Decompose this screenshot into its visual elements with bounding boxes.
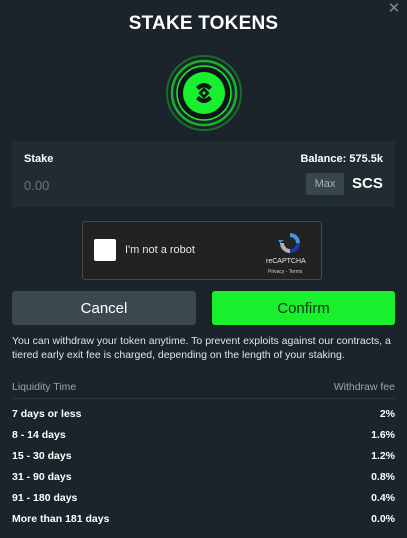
recaptcha-brand: reCAPTCHA <box>266 258 306 265</box>
fee-row: 91 - 180 days 0.4% <box>12 492 395 508</box>
fee-row: 15 - 30 days 1.2% <box>12 450 395 466</box>
fee-row-time: 15 - 30 days <box>12 450 72 462</box>
stake-amount-input[interactable] <box>22 173 226 197</box>
recaptcha-label: I'm not a robot <box>125 244 195 256</box>
fee-row: 31 - 90 days 0.8% <box>12 471 395 487</box>
fee-row-value: 0.8% <box>371 471 395 483</box>
fee-row-value: 0.4% <box>371 492 395 504</box>
fee-row-value: 1.2% <box>371 450 395 462</box>
stake-panel: Stake Balance: 575.5k Max SCS <box>12 141 395 207</box>
token-logo <box>165 54 243 132</box>
dialog-title: STAKE TOKENS <box>128 13 279 34</box>
header-withdraw-fee: Withdraw fee <box>333 381 395 393</box>
fee-row-time: More than 181 days <box>12 513 110 525</box>
withdraw-info-text: You can withdraw your token anytime. To … <box>12 335 391 361</box>
fee-row: More than 181 days 0.0% <box>12 513 395 529</box>
fee-row-value: 2% <box>379 408 395 420</box>
recaptcha-widget: I'm not a robot reCAPTCHA Privacy - Term… <box>82 221 322 280</box>
recaptcha-icon <box>278 233 300 253</box>
header-liquidity-time: Liquidity Time <box>12 381 77 393</box>
fee-row-value: 0.0% <box>371 513 395 525</box>
max-button[interactable]: Max <box>306 173 344 195</box>
fee-table-divider <box>12 398 395 399</box>
fee-row: 7 days or less 2% <box>12 408 395 424</box>
fee-row-value: 1.6% <box>371 429 395 441</box>
balance-label: Balance: 575.5k <box>300 153 383 165</box>
stake-label: Stake <box>24 153 54 165</box>
fee-row-time: 91 - 180 days <box>12 492 78 504</box>
cancel-button[interactable]: Cancel <box>12 291 196 325</box>
token-symbol: SCS <box>352 175 383 192</box>
fee-row-time: 7 days or less <box>12 408 82 420</box>
recaptcha-checkbox[interactable] <box>94 239 116 261</box>
fee-row: 8 - 14 days 1.6% <box>12 429 395 445</box>
confirm-button[interactable]: Confirm <box>212 291 395 325</box>
fee-row-time: 31 - 90 days <box>12 471 72 483</box>
fee-row-time: 8 - 14 days <box>12 429 66 441</box>
fee-table-header: Liquidity Time Withdraw fee <box>12 381 395 397</box>
recaptcha-links[interactable]: Privacy - Terms <box>268 269 302 275</box>
